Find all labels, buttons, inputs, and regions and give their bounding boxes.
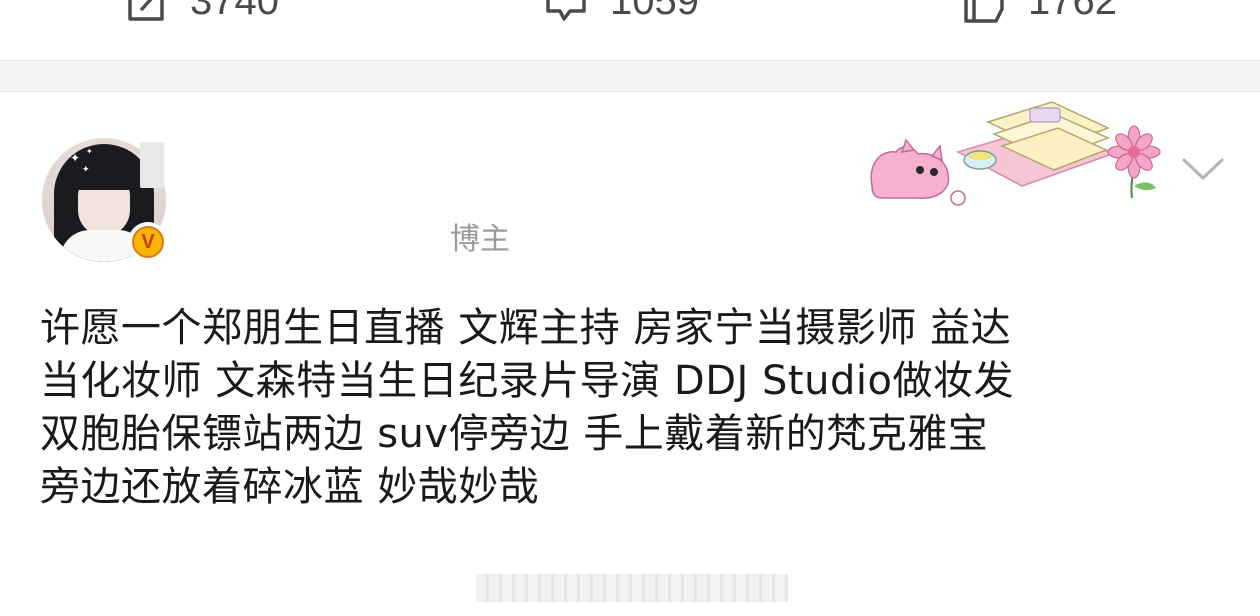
post-action-bar: 3740 1059 1762 [0, 0, 1260, 60]
like-button[interactable]: 1762 [962, 0, 1117, 26]
redacted-username [140, 142, 164, 188]
like-icon [964, 0, 1004, 23]
sparkle-icon: ✦ [82, 165, 90, 175]
post-text-line: 许愿一个郑朋生日直播 文辉主持 房家宁当摄影师 益达 [40, 305, 1012, 351]
sparkle-icon: ✦ [70, 151, 81, 165]
repost-icon [128, 0, 164, 21]
verified-badge-letter: V [132, 226, 164, 258]
repost-button[interactable]: 3740 [124, 0, 279, 26]
section-separator [0, 60, 1260, 92]
post-text: 许愿一个郑朋生日直播 文辉主持 房家宁当摄影师 益达 当化妆师 文森特当生日纪录… [40, 302, 1230, 514]
post-text-line: 双胞胎保镖站两边 suv停旁边 手上戴着新的梵克雅宝 [40, 411, 989, 457]
repost-count: 3740 [190, 0, 279, 23]
comment-button[interactable]: 1059 [544, 0, 699, 26]
weibo-post-page: 3740 1059 1762 ✦ ✦ ✦ V 博主 许愿一个郑朋生日直播 文辉主… [0, 0, 1260, 616]
sparkle-icon: ✦ [86, 147, 93, 156]
verified-badge: V [128, 222, 168, 262]
cat-sticker-decoration [870, 101, 1161, 206]
comment-count: 1059 [610, 0, 699, 23]
blurred-watermark [476, 574, 788, 602]
comment-icon [546, 0, 586, 21]
post-header: ✦ ✦ ✦ V 博主 [0, 92, 1260, 292]
chevron-down-icon[interactable] [1180, 154, 1226, 184]
post-text-line: 旁边还放着碎冰蓝 妙哉妙哉 [40, 464, 540, 510]
like-count: 1762 [1028, 0, 1117, 23]
user-role-label: 博主 [450, 222, 510, 257]
post-text-line: 当化妆师 文森特当生日纪录片导演 DDJ Studio做妆发 [40, 358, 1014, 404]
